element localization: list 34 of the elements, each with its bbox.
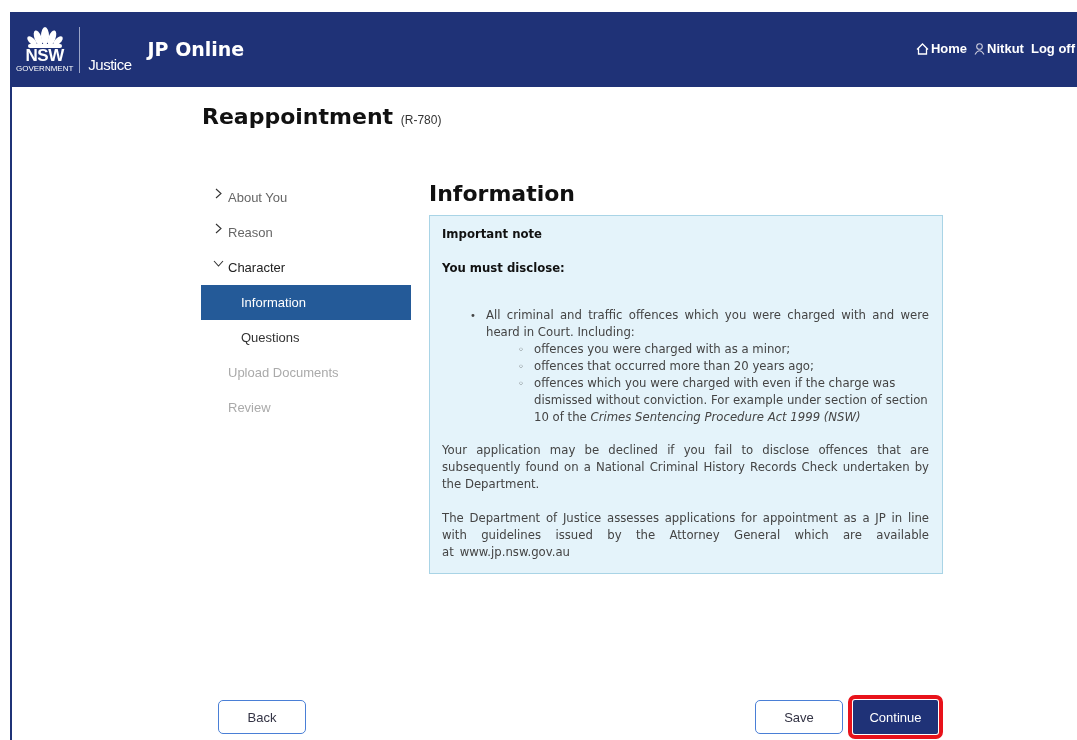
bullet-text: All criminal and traffic offences which you were charged with and were heard in Court. Including:	[486, 307, 929, 341]
logo-wordmark: NSW	[25, 48, 64, 64]
website-link[interactable]: www.jp.nsw.gov.au	[459, 545, 570, 559]
form-button[interactable]: Back	[218, 700, 306, 734]
bullet-marker: ◦	[518, 343, 525, 357]
sub-bullet-text: offences which you were charged with even if the charge was dismissed without conviction. For example under section of section 10 of the Crimes Sentencing Procedure Act 1999 (NSW)	[534, 375, 929, 426]
page-title: Reappointment	[202, 104, 394, 129]
form-code: (R-780)	[400, 113, 442, 127]
app-title: JP Online	[147, 37, 245, 60]
nav-subitem[interactable]: Questions	[201, 320, 411, 355]
nav-item[interactable]: Character	[201, 250, 411, 285]
nav-subitem[interactable]: Information	[201, 285, 411, 320]
agency-name: Justice	[88, 56, 132, 73]
chevron-right-icon	[213, 187, 224, 200]
chevron-right-icon	[213, 222, 224, 235]
sub-bullet-text: offences you were charged with as a minor;	[534, 341, 791, 358]
logoff-link[interactable]: Log off	[1030, 41, 1075, 56]
home-icon	[916, 42, 929, 55]
note-lead: You must disclose:	[442, 260, 566, 277]
nav-item[interactable]: Reason	[201, 215, 411, 250]
note-title: Important note	[442, 226, 543, 243]
section-heading: Information	[429, 181, 576, 206]
note-paragraph: Your application may be declined if you fail to disclose offences that are subsequently found on a National Criminal History Records Check undertaken by the Department.	[442, 442, 929, 493]
nav-item[interactable]: About You	[201, 180, 411, 215]
bullet-marker: ◦	[518, 377, 525, 391]
bullet-marker: •	[470, 309, 477, 323]
user-link[interactable]: Nitkut	[974, 41, 1024, 56]
user-icon	[974, 42, 986, 55]
note-paragraph: The Department of Justice assesses applications for appointment as a JP in line with guidelines issued by the Attorney General which are available at www.jp.nsw.gov.au	[442, 510, 929, 561]
bullet-marker: ◦	[518, 360, 525, 374]
logo-subtitle: GOVERNMENT	[16, 64, 74, 73]
form-button[interactable]: Save	[755, 700, 843, 734]
sub-bullet-text: offences that occurred more than 20 years ago;	[534, 358, 814, 375]
home-link[interactable]: Home	[916, 41, 968, 56]
